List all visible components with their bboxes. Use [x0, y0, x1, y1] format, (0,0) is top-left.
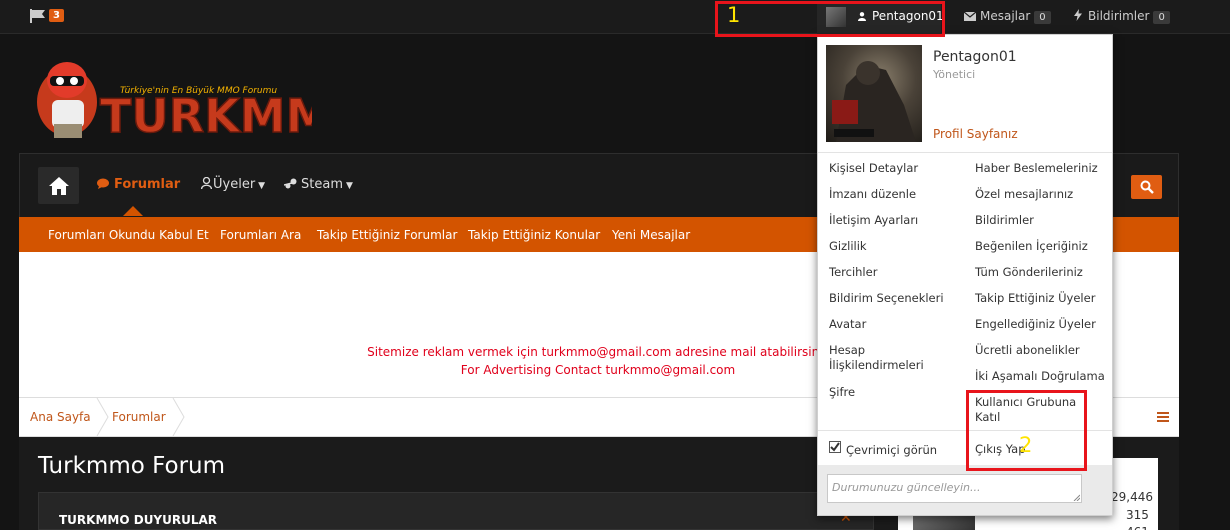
- profile-page-link[interactable]: Profil Sayfanız: [933, 127, 1018, 141]
- menu-item-ignored[interactable]: Engellediğiniz Üyeler: [975, 317, 1096, 332]
- steam-icon: [283, 178, 297, 189]
- site-logo[interactable]: TURKMMO: [22, 52, 312, 142]
- flag-icon[interactable]: [30, 9, 46, 23]
- stat-value: 29,446: [1111, 490, 1153, 504]
- menu-item-preferences[interactable]: Tercihler: [829, 265, 877, 280]
- dropdown-username[interactable]: Pentagon01: [933, 49, 1017, 65]
- breadcrumb-separator: [172, 398, 185, 436]
- ad-line-2: For Advertising Contact turkmmo@gmail.co…: [460, 363, 736, 377]
- annotation-box-2: [966, 390, 1087, 471]
- tab-members[interactable]: Üyeler ▼: [200, 176, 266, 192]
- mark-forums-read-link[interactable]: Forumları Okundu Kabul Et: [48, 228, 209, 242]
- resize-handle-icon[interactable]: [1073, 494, 1080, 501]
- search-forums-link[interactable]: Forumları Ara: [220, 228, 301, 242]
- tab-steam[interactable]: Steam ▼: [283, 177, 353, 192]
- bolt-icon: [1074, 9, 1082, 21]
- new-posts-link[interactable]: Yeni Mesajlar: [612, 228, 690, 242]
- alerts-label: Bildirimler: [1088, 9, 1150, 23]
- menu-item-avatar[interactable]: Avatar: [829, 317, 866, 332]
- menu-icon[interactable]: [1157, 411, 1169, 423]
- menu-item-edit-signature[interactable]: İmzanı düzenle: [829, 187, 916, 202]
- messages-label: Mesajlar: [980, 9, 1031, 23]
- chevron-down-icon: ▼: [258, 181, 266, 191]
- checkmark-icon: [830, 442, 840, 452]
- active-tab-pointer: [123, 206, 143, 216]
- page-title: Turkmmo Forum: [38, 453, 226, 479]
- breadcrumb-home[interactable]: Ana Sayfa: [30, 410, 91, 424]
- chevron-down-icon: ▼: [345, 181, 353, 191]
- ad-text: Sitemize reklam vermek için turkmmo@gmai…: [298, 343, 898, 379]
- flag-count-badge[interactable]: 3: [49, 9, 64, 22]
- tab-steam-label: Steam: [301, 177, 343, 192]
- annotation-box-1: [715, 1, 945, 37]
- menu-item-your-posts[interactable]: Tüm Gönderileriniz: [975, 265, 1083, 280]
- alerts-link[interactable]: Bildirimler 0: [1074, 9, 1170, 24]
- avatar[interactable]: [826, 45, 922, 142]
- alerts-count-badge: 0: [1153, 11, 1170, 24]
- breadcrumb-separator: [96, 398, 109, 436]
- menu-item-external-accounts[interactable]: Hesap İlişkilendirmeleri: [829, 343, 939, 373]
- menu-item-paid-upgrades[interactable]: Ücretli abonelikler: [975, 343, 1080, 358]
- stat-value: 461: [1126, 525, 1149, 530]
- home-button[interactable]: [38, 167, 79, 204]
- watched-threads-link[interactable]: Takip Ettiğiniz Konular: [468, 228, 600, 242]
- watched-forums-link[interactable]: Takip Ettiğiniz Forumlar: [317, 228, 457, 242]
- comments-icon: [97, 178, 109, 189]
- svg-text:TURKMMO: TURKMMO: [100, 89, 312, 142]
- menu-item-news-feed[interactable]: Haber Beslemeleriniz: [975, 161, 1098, 176]
- menu-item-contact-settings[interactable]: İletişim Ayarları: [829, 213, 918, 228]
- ad-line-1: Sitemize reklam vermek için turkmmo@gmai…: [367, 345, 829, 359]
- annotation-number-1: 1: [727, 3, 741, 27]
- search-button[interactable]: [1131, 175, 1162, 199]
- breadcrumb-forums[interactable]: Forumlar: [112, 410, 166, 424]
- tab-forums[interactable]: Forumlar: [97, 177, 180, 192]
- menu-item-password[interactable]: Şifre: [829, 385, 855, 400]
- messages-link[interactable]: Mesajlar 0: [963, 9, 1051, 24]
- menu-item-alert-preferences[interactable]: Bildirim Seçenekleri: [829, 291, 944, 306]
- online-status-checkbox[interactable]: [829, 441, 841, 453]
- status-update-placeholder: Durumunuzu güncelleyin...: [832, 481, 981, 494]
- annotation-number-2: 2: [1019, 433, 1033, 457]
- menu-item-conversations[interactable]: Özel mesajlarınız: [975, 187, 1073, 202]
- logo-tagline: Türkiye'nin En Büyük MMO Forumu: [120, 86, 278, 96]
- home-icon: [49, 177, 69, 195]
- tab-members-label: Üyeler: [213, 177, 256, 192]
- menu-item-two-step[interactable]: İki Aşamalı Doğrulama: [975, 369, 1105, 384]
- stat-value: 315: [1126, 508, 1149, 522]
- search-icon: [1140, 180, 1154, 194]
- tab-forums-label: Forumlar: [114, 177, 181, 192]
- menu-item-following[interactable]: Takip Ettiğiniz Üyeler: [975, 291, 1095, 306]
- menu-item-liked-content[interactable]: Beğenilen İçeriğiniz: [975, 239, 1088, 254]
- avatar-image: [832, 61, 916, 142]
- messages-count-badge: 0: [1034, 11, 1051, 24]
- user-outline-icon: [200, 176, 213, 190]
- menu-item-privacy[interactable]: Gizlilik: [829, 239, 867, 254]
- divider: [818, 152, 1112, 153]
- envelope-icon: [963, 11, 977, 21]
- panel-title[interactable]: TURKMMO DUYURULAR: [59, 513, 217, 527]
- menu-item-alerts[interactable]: Bildirimler: [975, 213, 1034, 228]
- menu-item-personal-details[interactable]: Kişisel Detaylar: [829, 161, 918, 176]
- online-status-label[interactable]: Çevrimiçi görün: [846, 443, 937, 458]
- dropdown-user-role: Yönetici: [933, 68, 976, 81]
